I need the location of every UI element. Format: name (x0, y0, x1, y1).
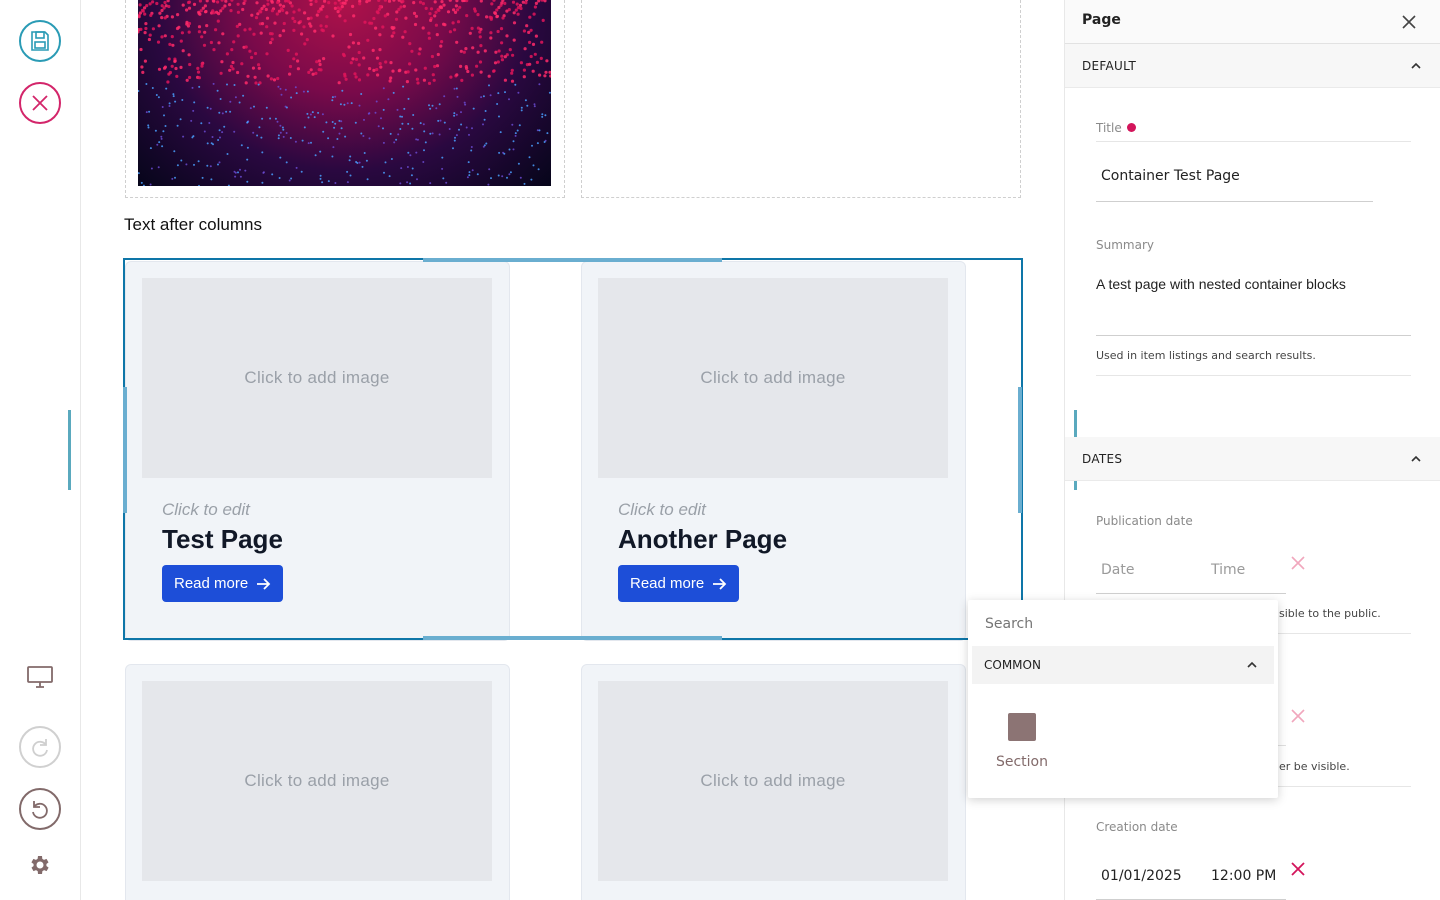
divider (1096, 141, 1411, 142)
block-group-common[interactable]: COMMON (972, 646, 1274, 684)
publication-date-field[interactable]: Date Time (1096, 548, 1286, 594)
date-input[interactable]: 01/01/2025 (1101, 868, 1182, 884)
listing-card[interactable]: Click to add image (581, 664, 966, 900)
image-placeholder[interactable]: Click to add image (142, 681, 492, 881)
cancel-button[interactable] (19, 82, 61, 124)
title-label: Title (1096, 121, 1136, 135)
block-option-section[interactable]: Section (988, 710, 1056, 774)
listing-card[interactable]: Click to add image (125, 664, 510, 900)
time-input[interactable]: Time (1211, 562, 1245, 578)
redo-button[interactable] (19, 726, 61, 768)
container-handle-bottom[interactable] (423, 636, 722, 640)
undo-button[interactable] (19, 788, 61, 830)
title-input[interactable] (1096, 150, 1373, 202)
container-handle-left[interactable] (123, 387, 127, 513)
chevron-up-icon (1411, 455, 1421, 462)
group-label: COMMON (984, 658, 1041, 672)
save-icon (31, 31, 49, 51)
section-dates-header[interactable]: DATES (1065, 437, 1440, 481)
sidebar-header: Page (1065, 0, 1440, 44)
section-block-icon (1008, 713, 1036, 741)
cancel-icon (32, 95, 48, 111)
date-input[interactable]: Date (1101, 562, 1134, 578)
text-after-columns[interactable]: Text after columns (124, 215, 262, 235)
creation-date-field[interactable]: 01/01/2025 12:00 PM (1096, 854, 1286, 900)
section-label: DATES (1082, 452, 1123, 466)
editor-canvas: Text after columns Click to add image Cl… (81, 0, 1064, 900)
monitor-icon[interactable] (26, 664, 54, 690)
hero-image[interactable] (138, 0, 551, 186)
clear-date-icon[interactable] (1290, 708, 1306, 724)
container-handle-right[interactable] (1018, 387, 1022, 513)
sidebar-title: Page (1082, 12, 1121, 28)
time-input[interactable]: 12:00 PM (1211, 868, 1276, 884)
left-toolbar (0, 0, 81, 900)
publication-help: sible to the public. (1279, 607, 1381, 620)
block-option-label: Section (995, 754, 1048, 770)
redo-icon (32, 739, 48, 757)
required-indicator (1126, 123, 1136, 132)
container-handle-top[interactable] (423, 258, 722, 262)
image-placeholder[interactable]: Click to add image (598, 681, 948, 881)
column-right[interactable] (581, 0, 1021, 198)
chevron-up-icon (1411, 62, 1421, 69)
summary-textarea[interactable]: A test page with nested container blocks (1096, 262, 1411, 336)
gear-icon[interactable] (27, 853, 51, 877)
section-label: DEFAULT (1082, 59, 1137, 73)
chevron-up-icon (1247, 661, 1257, 668)
creation-date-label: Creation date (1096, 820, 1178, 834)
divider (1096, 375, 1411, 376)
block-search-input[interactable] (985, 616, 1255, 632)
summary-label: Summary (1096, 238, 1154, 252)
summary-help: Used in item listings and search results… (1096, 349, 1316, 362)
title-label-text: Title (1096, 121, 1122, 135)
toolbar-resize-handle[interactable] (68, 410, 71, 490)
undo-icon (32, 801, 48, 819)
expiration-help: er be visible. (1279, 760, 1350, 773)
clear-date-icon[interactable] (1290, 861, 1306, 877)
section-default-header[interactable]: DEFAULT (1065, 44, 1440, 88)
block-chooser: COMMON Section (968, 600, 1278, 798)
close-icon[interactable] (1399, 12, 1419, 32)
selected-container-block[interactable] (123, 258, 1023, 640)
clear-date-icon[interactable] (1290, 555, 1306, 571)
save-button[interactable] (19, 20, 61, 62)
publication-date-label: Publication date (1096, 514, 1193, 528)
